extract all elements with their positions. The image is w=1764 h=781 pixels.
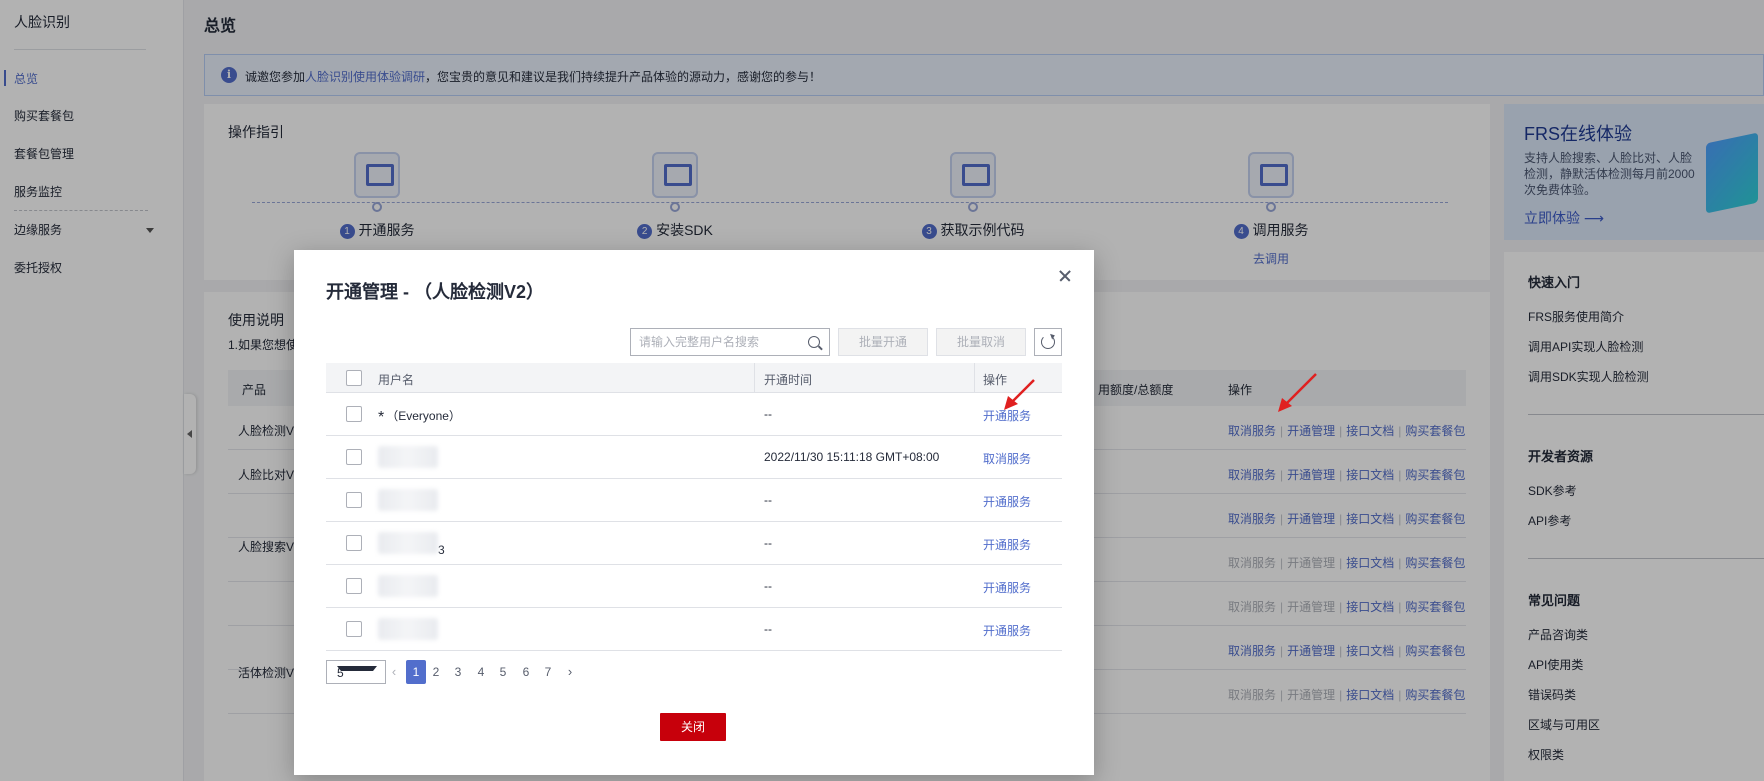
page-3[interactable]: 3: [448, 660, 468, 684]
table-row: 2022/11/30 15:11:18 GMT+08:00 取消服务: [326, 436, 1062, 479]
redacted-username: [378, 618, 438, 640]
column-divider: [974, 363, 975, 393]
row-checkbox[interactable]: [346, 449, 362, 465]
username-text: （Everyone）: [386, 409, 461, 423]
row-checkbox[interactable]: [346, 535, 362, 551]
open-time-cell: 2022/11/30 15:11:18 GMT+08:00: [764, 450, 940, 464]
select-all-checkbox[interactable]: [346, 370, 362, 386]
row-checkbox[interactable]: [346, 406, 362, 422]
username-cell: [378, 446, 438, 471]
username-cell: * （Everyone）: [378, 407, 461, 427]
username-cell: 3: [378, 532, 445, 557]
page-5[interactable]: 5: [493, 660, 513, 684]
user-table: 用户名 开通时间 操作 * （Everyone） -- 开通服务 2022/11/…: [326, 363, 1062, 651]
table-row: 3 -- 开通服务: [326, 522, 1062, 565]
user-table-header: 用户名 开通时间 操作: [326, 363, 1062, 393]
page-6[interactable]: 6: [516, 660, 536, 684]
open-time-cell: --: [764, 622, 772, 636]
page-2[interactable]: 2: [426, 660, 446, 684]
enable-service-link[interactable]: 开通服务: [983, 536, 1031, 553]
close-button[interactable]: 关闭: [660, 713, 726, 741]
table-row: -- 开通服务: [326, 479, 1062, 522]
redacted-username: [378, 532, 438, 554]
username-text: 3: [438, 543, 445, 557]
table-row: -- 开通服务: [326, 608, 1062, 651]
dialog-title: 开通管理 - （人脸检测V2）: [326, 282, 545, 302]
star-icon: *: [378, 409, 385, 426]
open-time-cell: --: [764, 407, 772, 421]
username-cell: [378, 489, 438, 514]
caret-down-icon: [337, 666, 377, 671]
enable-service-link[interactable]: 开通服务: [983, 579, 1031, 596]
column-divider: [754, 363, 755, 393]
batch-enable-button[interactable]: 批量开通: [838, 328, 928, 356]
table-row: * （Everyone） -- 开通服务: [326, 393, 1062, 436]
username-cell: [378, 575, 438, 600]
col-operation: 操作: [983, 373, 1008, 387]
open-time-cell: --: [764, 536, 772, 550]
refresh-button[interactable]: [1034, 328, 1062, 356]
row-checkbox[interactable]: [346, 621, 362, 637]
table-row: -- 开通服务: [326, 565, 1062, 608]
open-manage-dialog: 开通管理 - （人脸检测V2） 批量开通 批量取消 用户名 开通时间 操作 *（…: [294, 250, 1094, 775]
redacted-username: [378, 446, 438, 468]
page-7[interactable]: 7: [538, 660, 558, 684]
col-open-time: 开通时间: [764, 373, 813, 387]
user-search-box[interactable]: [630, 328, 830, 356]
page-1[interactable]: 1: [406, 660, 426, 684]
col-username: 用户名: [378, 373, 415, 387]
row-checkbox[interactable]: [346, 578, 362, 594]
redacted-username: [378, 489, 438, 511]
enable-service-link[interactable]: 开通服务: [983, 622, 1031, 639]
page-size-select[interactable]: 5: [326, 660, 386, 684]
row-checkbox[interactable]: [346, 492, 362, 508]
next-page-icon[interactable]: ›: [564, 664, 576, 680]
page-4[interactable]: 4: [471, 660, 491, 684]
open-time-cell: --: [764, 579, 772, 593]
close-icon[interactable]: [1056, 266, 1076, 286]
redacted-username: [378, 575, 438, 597]
enable-service-link[interactable]: 开通服务: [983, 493, 1031, 510]
batch-cancel-button[interactable]: 批量取消: [936, 328, 1026, 356]
search-icon[interactable]: [808, 336, 820, 348]
cancel-service-link[interactable]: 取消服务: [983, 450, 1031, 467]
user-search-input[interactable]: [639, 334, 799, 350]
enable-service-link[interactable]: 开通服务: [983, 407, 1031, 424]
username-cell: [378, 618, 438, 643]
prev-page-icon[interactable]: ‹: [388, 664, 400, 680]
refresh-icon: [1041, 335, 1055, 349]
open-time-cell: --: [764, 493, 772, 507]
